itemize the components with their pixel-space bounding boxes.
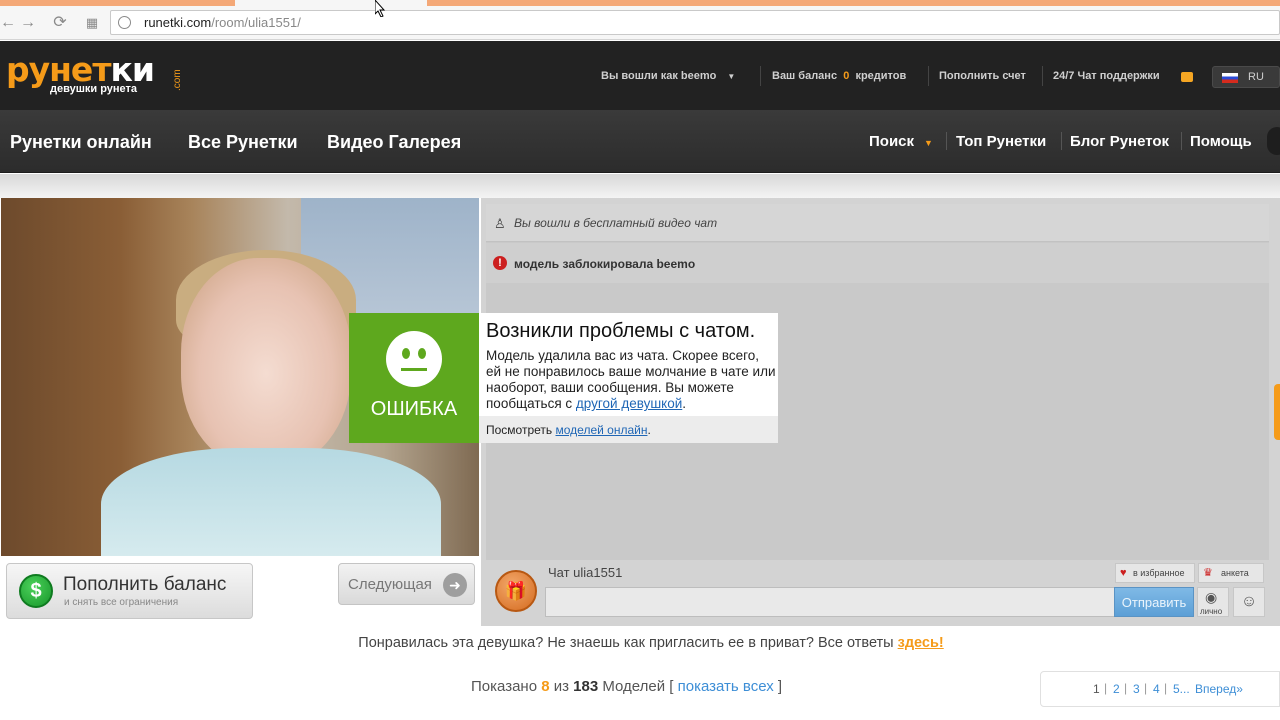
heart-icon: ♥ bbox=[1120, 567, 1127, 579]
chat-message: ! модель заблокировала beemo bbox=[486, 243, 1269, 283]
eye-icon: ◉ bbox=[1205, 589, 1218, 605]
alert-icon: ! bbox=[493, 256, 507, 270]
language-selector[interactable]: RU bbox=[1212, 66, 1280, 88]
chevron-down-icon: ▼ bbox=[727, 72, 736, 81]
page-5[interactable]: 5... bbox=[1173, 682, 1190, 696]
add-favorite-button[interactable]: ♥ в избранное bbox=[1115, 563, 1195, 583]
profile-button[interactable]: ♛ анкета bbox=[1198, 563, 1264, 583]
private-button[interactable]: ◉ лично bbox=[1197, 587, 1229, 617]
video-figure bbox=[181, 258, 351, 468]
divider bbox=[1061, 132, 1062, 150]
user-menu[interactable]: Вы вошли как beemo ▼ bbox=[601, 70, 735, 82]
russia-flag-icon bbox=[1222, 73, 1238, 83]
dollar-coin-icon: $ bbox=[19, 574, 53, 608]
nav-runetki-online[interactable]: Рунетки онлайн bbox=[10, 132, 152, 153]
user-icon: ♙ bbox=[494, 216, 506, 231]
promo-text: Понравилась эта девушка? Не знаешь как п… bbox=[358, 635, 944, 651]
error-footer: Посмотреть моделей онлайн. bbox=[479, 416, 778, 443]
models-shown-counter: Показано 8 из 183 Моделей [ показать все… bbox=[471, 678, 783, 695]
reload-icon[interactable]: ⟳ bbox=[48, 11, 72, 35]
next-page-link[interactable]: Вперед» bbox=[1195, 682, 1243, 696]
video-figure bbox=[101, 448, 441, 556]
error-dialog: Возникли проблемы с чатом. Модель удалил… bbox=[479, 313, 778, 443]
models-online-link[interactable]: моделей онлайн bbox=[556, 423, 648, 437]
support-chat-icon[interactable] bbox=[1181, 72, 1193, 82]
nav-search[interactable]: Поиск ▼ bbox=[869, 133, 933, 150]
divider bbox=[928, 66, 929, 86]
chat-message-input[interactable] bbox=[545, 587, 1116, 617]
chat-message: ♙ Вы вошли в бесплатный видео чат bbox=[486, 204, 1269, 242]
next-model-button[interactable]: Следующая ➜ bbox=[338, 563, 475, 605]
page-4[interactable]: 4 bbox=[1153, 682, 1160, 696]
divider bbox=[1181, 132, 1182, 150]
nav-all-runetki[interactable]: Все Рунетки bbox=[188, 132, 298, 153]
pagination: 1 | 2 | 3 | 4 | 5... Вперед» bbox=[1040, 671, 1280, 707]
gift-icon[interactable]: 🎁 bbox=[495, 570, 537, 612]
page-2[interactable]: 2 bbox=[1113, 682, 1120, 696]
send-button[interactable]: Отправить bbox=[1114, 587, 1194, 617]
other-girl-link[interactable]: другой девушкой bbox=[576, 396, 682, 411]
divider bbox=[1042, 66, 1043, 86]
page-3[interactable]: 3 bbox=[1133, 682, 1140, 696]
profile-icon: ♛ bbox=[1203, 567, 1213, 579]
divider bbox=[946, 132, 947, 150]
error-message: Модель удалила вас из чата. Скорее всего… bbox=[486, 348, 776, 411]
side-feedback-tab[interactable] bbox=[1274, 384, 1280, 440]
main-nav: Рунетки онлайн Все Рунетки Видео Галерея… bbox=[0, 110, 1280, 173]
site-info-icon[interactable] bbox=[118, 16, 131, 29]
nav-blog[interactable]: Блог Рунеток bbox=[1070, 133, 1169, 150]
mouse-cursor-icon bbox=[375, 0, 385, 17]
error-title: Возникли проблемы с чатом. bbox=[486, 320, 756, 342]
search-icon[interactable] bbox=[1267, 127, 1280, 155]
smiley-icon[interactable]: ☺ bbox=[1233, 587, 1265, 617]
topup-balance-button[interactable]: $ Пополнить баланс и снять все ограничен… bbox=[6, 563, 253, 619]
answers-here-link[interactable]: здесь! bbox=[898, 635, 944, 651]
page-1[interactable]: 1 bbox=[1093, 682, 1100, 696]
forward-icon[interactable]: → bbox=[16, 11, 40, 35]
chevron-down-icon: ▼ bbox=[924, 138, 933, 148]
address-bar[interactable]: runetki.com/room/ulia1551/ bbox=[110, 10, 1280, 35]
divider bbox=[760, 66, 761, 86]
sad-face-icon bbox=[386, 331, 442, 387]
support-chat-link[interactable]: 24/7 Чат поддержки bbox=[1053, 70, 1160, 82]
balance-display: Ваш баланс 0 кредитов bbox=[772, 70, 907, 82]
show-all-link[interactable]: показать всех bbox=[678, 678, 774, 695]
nav-video-gallery[interactable]: Видео Галерея bbox=[327, 132, 461, 153]
nav-help[interactable]: Помощь bbox=[1190, 133, 1252, 150]
nav-top-runetki[interactable]: Топ Рунетки bbox=[956, 133, 1046, 150]
site-logo[interactable]: рунетки .com девушки рунета bbox=[6, 51, 183, 101]
browser-toolbar: ← → ⟳ ▦ runetki.com/room/ulia1551/ bbox=[0, 6, 1280, 40]
chat-title: Чат ulia1551 bbox=[548, 565, 623, 580]
site-header: рунетки .com девушки рунета Вы вошли как… bbox=[0, 41, 1280, 110]
apps-icon[interactable]: ▦ bbox=[80, 11, 104, 35]
header-shadow-band bbox=[0, 174, 1280, 198]
topup-link[interactable]: Пополнить счет bbox=[939, 70, 1026, 82]
address-url[interactable]: runetki.com/room/ulia1551/ bbox=[144, 15, 301, 30]
arrow-right-icon: ➜ bbox=[443, 573, 467, 597]
error-badge: ОШИБКА bbox=[349, 313, 479, 443]
